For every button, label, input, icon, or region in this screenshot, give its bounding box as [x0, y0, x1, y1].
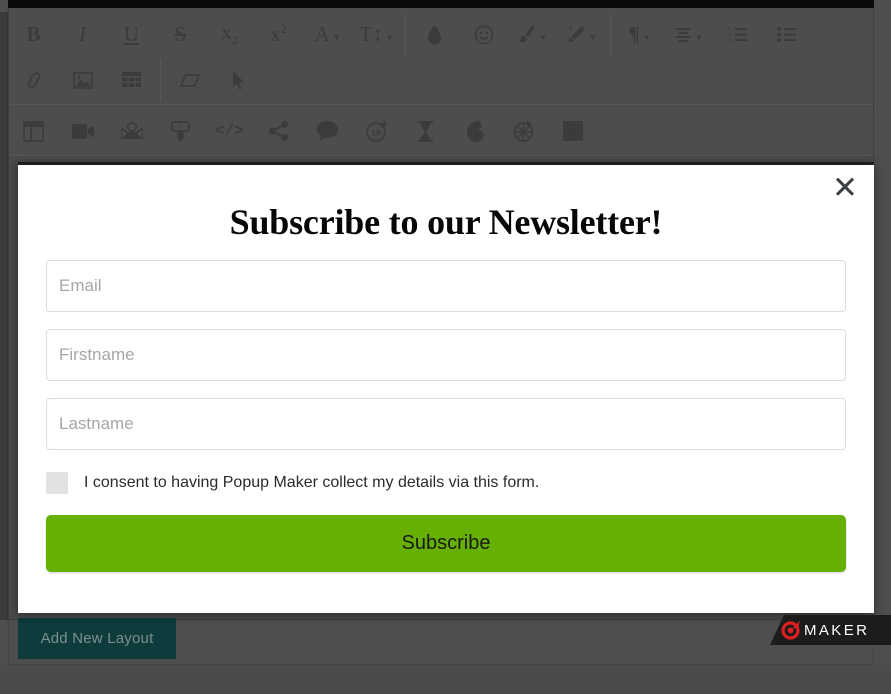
popup-maker-logo-icon: [781, 619, 801, 640]
toolbar-row-modules: i </> 18: [9, 107, 873, 155]
age-gate-icon[interactable]: 18: [352, 110, 401, 152]
mailchimp-icon[interactable]: [450, 110, 499, 152]
link-icon[interactable]: [9, 59, 58, 101]
popup-maker-wordmark: MAKER: [804, 621, 870, 639]
align-icon[interactable]: ▼: [664, 14, 713, 56]
unordered-list-icon[interactable]: [762, 14, 811, 56]
firstname-field[interactable]: [46, 329, 846, 381]
paragraph-icon[interactable]: ¶ ▼: [615, 14, 664, 56]
toolbar-separator: [610, 13, 611, 56]
newsletter-popup: ✕ Subscribe to our Newsletter! I consent…: [18, 162, 874, 613]
font-size-icon[interactable]: T↕ ▼: [352, 14, 401, 56]
table-icon[interactable]: [107, 59, 156, 101]
add-new-layout-label: Add New Layout: [40, 630, 154, 647]
italic-icon[interactable]: I: [58, 14, 107, 56]
add-new-layout-button[interactable]: Add New Layout: [18, 618, 176, 659]
screen-root: B I U S x2 x2 A ▼ T↕ ▼ ▼ ▼ ¶ ▼ ▼ 123 i <…: [0, 0, 891, 694]
ordered-list-icon[interactable]: 123: [713, 14, 762, 56]
clear-format-icon[interactable]: ▼: [557, 14, 606, 56]
superscript-icon[interactable]: x2: [254, 14, 303, 56]
tooltip-icon[interactable]: i: [156, 110, 205, 152]
layout-icon[interactable]: [9, 110, 58, 152]
bold-icon[interactable]: B: [9, 14, 58, 56]
toolbar-separator: [160, 59, 161, 101]
text-color-icon[interactable]: A ▼: [303, 14, 352, 56]
spin-wheel-icon[interactable]: [499, 110, 548, 152]
toolbar-divider: [9, 104, 873, 105]
share-icon[interactable]: [254, 110, 303, 152]
emoji-icon[interactable]: [459, 14, 508, 56]
popup-content: ✕ Subscribe to our Newsletter! I consent…: [18, 165, 874, 613]
facebook-icon[interactable]: [548, 110, 597, 152]
svg-text:18: 18: [371, 127, 381, 137]
subscript-icon[interactable]: x2: [205, 14, 254, 56]
toolbar-row-formatting: B I U S x2 x2 A ▼ T↕ ▼ ▼ ▼ ¶ ▼ ▼ 123: [9, 13, 873, 56]
highlight-color-icon[interactable]: [410, 14, 459, 56]
consent-row: I consent to having Popup Maker collect …: [46, 472, 846, 494]
consent-checkbox[interactable]: [46, 472, 68, 494]
page-bottom-strip: [0, 665, 891, 694]
svg-text:3: 3: [728, 38, 731, 42]
code-icon[interactable]: </>: [205, 110, 254, 152]
underline-icon[interactable]: U: [107, 14, 156, 56]
toolbar-row-insert: [9, 58, 873, 102]
popup-maker-branding[interactable]: MAKER: [770, 615, 891, 645]
close-icon[interactable]: ✕: [828, 171, 862, 205]
message-icon[interactable]: [303, 110, 352, 152]
paint-format-icon[interactable]: ▼: [508, 14, 557, 56]
cursor-icon[interactable]: [214, 59, 263, 101]
strikethrough-icon[interactable]: S: [156, 14, 205, 56]
toolbar-separator: [405, 13, 406, 56]
email-field[interactable]: [46, 260, 846, 312]
video-icon[interactable]: [58, 110, 107, 152]
email-icon[interactable]: [107, 110, 156, 152]
eraser-icon[interactable]: [165, 59, 214, 101]
editor-left-rail: [0, 12, 8, 620]
countdown-icon[interactable]: [401, 110, 450, 152]
image-icon[interactable]: [58, 59, 107, 101]
popup-title: Subscribe to our Newsletter!: [229, 202, 663, 242]
lastname-field[interactable]: [46, 398, 846, 450]
subscribe-button[interactable]: Subscribe: [46, 515, 846, 572]
consent-label: I consent to having Popup Maker collect …: [84, 474, 540, 491]
svg-text:i: i: [180, 123, 182, 131]
